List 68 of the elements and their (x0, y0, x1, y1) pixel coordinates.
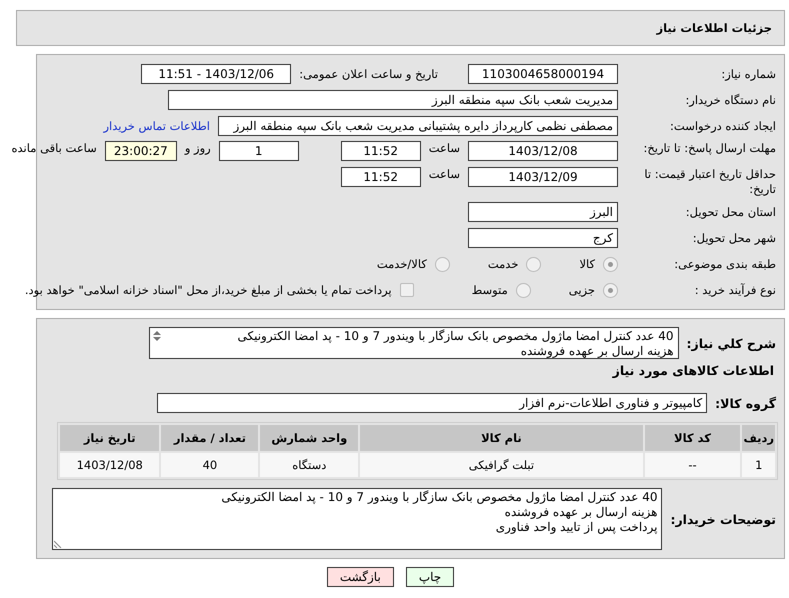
radio-label: خدمت (488, 257, 518, 271)
text-line: پرداخت پس از تایید واحد فناوری (496, 520, 658, 535)
field-label: ساعت (428, 167, 460, 181)
radio-button[interactable] (434, 256, 450, 272)
table-cell: تبلت گرافیکی (360, 453, 643, 477)
column-header: واحد شمارش (260, 425, 358, 451)
text-line: 40 عدد کنترل امضا ماژول مخصوص بانک سازگار با ویندور 7 و 10 - پد امضا الکترونیکی (237, 329, 674, 344)
radio-label: کالا (579, 257, 595, 271)
radio-label: متوسط (472, 283, 508, 297)
field-label: شرح کلي نياز: (686, 336, 777, 350)
print-button[interactable]: چاپ (406, 567, 454, 587)
radio-button[interactable] (603, 282, 618, 298)
description-box[interactable]: 40 عدد کنترل امضا ماژول مخصوص بانک سازگار با ویندور 7 و 10 - پد امضا الکترونیکی هزینه ارسال بر عهده فروشنده (148, 327, 679, 359)
text-line: 40 عدد کنترل امضا ماژول مخصوص بانک سازگار با ویندور 7 و 10 - پد امضا الکترونیکی (221, 490, 658, 505)
time-field: 11:52 (340, 167, 421, 187)
text-line: هزینه ارسال بر عهده فروشنده (520, 344, 674, 359)
field-label: گروه کالا: (715, 396, 777, 410)
radio-button[interactable] (526, 256, 542, 272)
field-label: توضیحات خریدار: (670, 512, 777, 526)
radio-label: کالا/خدمت (376, 257, 427, 271)
table-cell: 1 (742, 453, 775, 477)
field-label: نام دستگاه خریدار: (684, 92, 777, 108)
field-label: حداقل تاریخ اعتبار قیمت: تا تاریخ: (643, 167, 777, 197)
announce-date-field: 1403/12/06 - 11:51 (141, 64, 292, 84)
field-label: ساعت باقی مانده (12, 141, 97, 155)
creator-field: مصطفی نظمی کارپرداز دایره پشتیبانی مدیریت شعب بانک سپه منطقه البرز (218, 116, 618, 136)
date-field: 1403/12/09 (468, 167, 618, 187)
buyer-contact-link[interactable]: اطلاعات تماس خریدار (103, 119, 210, 133)
buyer-notes-box[interactable]: 40 عدد کنترل امضا ماژول مخصوص بانک سازگار با ویندور 7 و 10 - پد امضا الکترونیکی هزینه ارسال بر عهده فروشنده پرداخت پس از تایید واحد فناوری (52, 488, 662, 550)
page-title: جزئیات اطلاعات نیاز (16, 10, 785, 46)
field-label: ایجاد کننده درخواست: (669, 118, 777, 134)
column-header: نام کالا (360, 425, 643, 451)
date-field: 1403/12/08 (468, 141, 618, 161)
column-header: تاریخ نیاز (60, 425, 160, 451)
field-label: طبقه بندی موضوعی: (673, 256, 777, 272)
column-header: کد کالا (644, 425, 740, 451)
resize-grip-icon[interactable] (54, 540, 62, 548)
table-cell: دستگاه (260, 453, 358, 477)
back-button[interactable]: بازگشت (326, 567, 394, 587)
goods-group-field: کامپیوتر و فناوری اطلاعات-نرم افزار (157, 393, 708, 413)
field-label: شماره نیاز: (720, 66, 777, 82)
field-label: روز و (184, 141, 211, 155)
field-label: مهلت ارسال پاسخ: تا تاریخ: (642, 141, 777, 156)
field-label: تاریخ و ساعت اعلان عمومی: (299, 67, 438, 81)
column-header: تعداد / مقدار (161, 425, 258, 451)
days-field: 1 (218, 141, 299, 161)
remaining-time-field: 23:00:27 (104, 141, 177, 161)
city-field: کرج (468, 228, 618, 248)
field-label: شهر محل تحویل: (692, 230, 777, 246)
need-number-field: 1103004658000194 (468, 64, 618, 84)
section-title: اطلاعات کالاهای مورد نیاز (611, 363, 775, 378)
text-line: هزینه ارسال بر عهده فروشنده (504, 505, 658, 520)
field-label: استان محل تحویل: (684, 204, 777, 220)
checkbox[interactable] (400, 283, 414, 297)
time-field: 11:52 (340, 141, 421, 161)
field-label: نوع فرآیند خرید : (694, 282, 777, 298)
province-field: البرز (468, 202, 618, 222)
checkbox-label: پرداخت تمام یا بخشی از مبلغ خرید،از محل "اسناد خزانه اسلامی" خواهد بود. (24, 283, 392, 297)
scroll-arrows-icon[interactable] (152, 330, 162, 342)
buyer-field: مدیریت شعب بانک سپه منطقه البرز (168, 90, 618, 110)
column-header: ردیف (742, 425, 775, 451)
radio-label: جزیی (568, 283, 595, 297)
table-cell: 40 (161, 453, 258, 477)
table-cell: -- (644, 453, 740, 477)
field-label: ساعت (428, 141, 460, 155)
radio-button[interactable] (603, 256, 618, 272)
radio-button[interactable] (516, 282, 531, 298)
table-cell: 1403/12/08 (60, 453, 160, 477)
